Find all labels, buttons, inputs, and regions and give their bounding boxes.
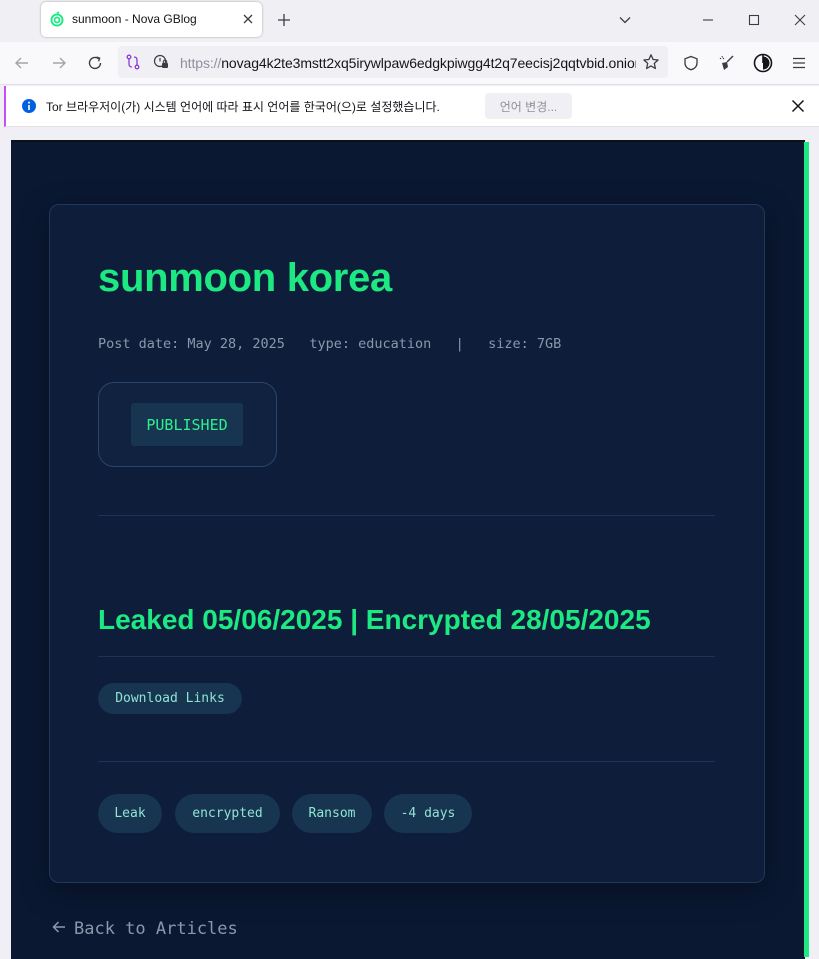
leak-headline: Leaked 05/06/2025 | Encrypted 28/05/2025 [98, 604, 651, 635]
tag-encrypted[interactable]: encrypted [175, 794, 280, 833]
close-icon[interactable] [791, 11, 809, 29]
tab-bar: sunmoon - Nova GBlog [0, 0, 819, 42]
site-info-icon[interactable] [152, 53, 170, 71]
menu-icon[interactable] [789, 53, 809, 73]
tag-ransom[interactable]: Ransom [292, 794, 372, 833]
plus-icon[interactable] [275, 11, 293, 29]
browser-tab[interactable]: sunmoon - Nova GBlog [41, 2, 262, 37]
url-protocol: https:// [180, 55, 222, 71]
url-bar[interactable]: https://novag4k2te3mstt2xq5irywlpaw6edgk… [118, 46, 668, 78]
star-icon[interactable] [642, 53, 660, 71]
url-host: novag4k2te3mstt2xq5irywlpaw6edgkpiwgg4t2… [221, 55, 636, 71]
post-meta: Post date: May 28, 2025 type: education … [98, 336, 562, 352]
download-links-button[interactable]: Download Links [98, 683, 242, 714]
tor-onion-icon [49, 11, 65, 27]
post-title: sunmoon korea [98, 256, 392, 300]
tor-circuit-icon[interactable] [124, 53, 142, 71]
info-icon [20, 97, 38, 115]
change-language-button[interactable]: 언어 변경... [485, 93, 572, 119]
tag-leak[interactable]: Leak [98, 794, 162, 833]
tab-title: sunmoon - Nova GBlog [72, 12, 197, 26]
tor-status-icon[interactable] [752, 52, 774, 74]
page-accent-border [804, 142, 809, 957]
back-link-label: Back to Articles [74, 919, 238, 939]
back-to-articles-link[interactable]: Back to Articles [52, 919, 238, 939]
divider [98, 515, 715, 516]
forward-arrow-icon[interactable] [49, 53, 69, 73]
status-container: PUBLISHED [98, 382, 277, 467]
post-card [49, 204, 765, 883]
status-badge: PUBLISHED [131, 403, 243, 446]
tag-days[interactable]: -4 days [384, 794, 472, 833]
chevron-down-icon[interactable] [616, 11, 634, 29]
language-notification-bar: Tor 브라우저이(가) 시스템 언어에 따라 표시 언어를 한국어(으)로 설… [4, 86, 819, 127]
divider [98, 656, 715, 657]
close-icon[interactable] [240, 11, 256, 27]
reload-icon[interactable] [85, 53, 105, 73]
minimize-icon[interactable] [699, 11, 717, 29]
url-text[interactable]: https://novag4k2te3mstt2xq5irywlpaw6edgk… [180, 55, 636, 71]
broom-icon[interactable] [716, 52, 738, 74]
navigation-bar: https://novag4k2te3mstt2xq5irywlpaw6edgk… [0, 42, 819, 85]
notification-message: Tor 브라우저이(가) 시스템 언어에 따라 표시 언어를 한국어(으)로 설… [46, 100, 440, 114]
shield-icon[interactable] [681, 53, 701, 73]
divider [98, 761, 715, 762]
maximize-icon[interactable] [745, 11, 763, 29]
arrow-left-icon [52, 919, 66, 939]
close-icon[interactable] [788, 96, 808, 116]
back-arrow-icon[interactable] [12, 53, 32, 73]
